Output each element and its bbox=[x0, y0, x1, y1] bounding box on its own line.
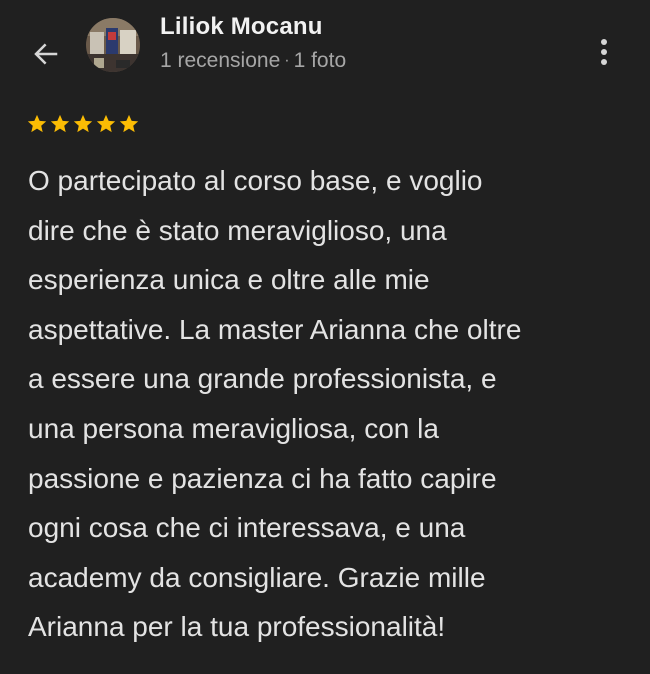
review-text: O partecipato al corso base, e voglio di… bbox=[28, 165, 522, 643]
review-header: Liliok Mocanu 1 recensione · 1 foto bbox=[0, 0, 650, 100]
photos-count: 1 foto bbox=[293, 49, 347, 72]
arrow-left-icon bbox=[31, 39, 61, 69]
user-meta: 1 recensione · 1 foto bbox=[160, 49, 346, 73]
reviews-count: 1 recensione bbox=[160, 49, 281, 72]
meta-separator: · bbox=[284, 52, 290, 69]
back-button[interactable] bbox=[26, 34, 66, 74]
avatar[interactable] bbox=[86, 18, 140, 72]
more-vertical-icon bbox=[598, 37, 610, 67]
star-icon bbox=[95, 113, 117, 135]
more-options-button[interactable] bbox=[584, 32, 624, 72]
star-rating bbox=[26, 113, 140, 135]
star-icon bbox=[26, 113, 48, 135]
star-icon bbox=[72, 113, 94, 135]
star-icon bbox=[49, 113, 71, 135]
user-name[interactable]: Liliok Mocanu bbox=[160, 13, 323, 41]
star-icon bbox=[118, 113, 140, 135]
